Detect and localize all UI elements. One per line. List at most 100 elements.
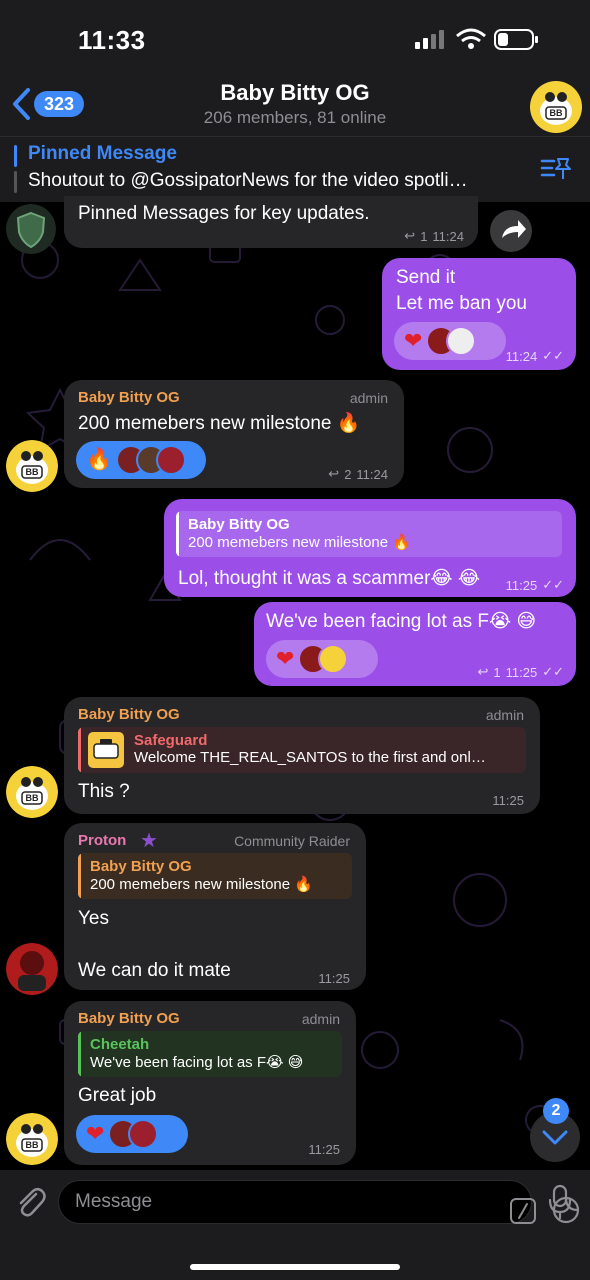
- sender-name[interactable]: Baby Bitty OG: [78, 1010, 180, 1027]
- sender-name[interactable]: Baby Bitty OG: [78, 706, 180, 723]
- message-meta: 11:24 ✓✓: [506, 348, 564, 364]
- heart-reaction-icon: ❤: [276, 646, 295, 671]
- reply-quote[interactable]: Baby Bitty OG 200 memebers new milestone…: [176, 511, 562, 557]
- message-bubble[interactable]: Pinned Messages for key updates. ↩ 1 11:…: [64, 196, 478, 248]
- microphone-icon[interactable]: [548, 1184, 572, 1220]
- message-input[interactable]: [75, 1181, 415, 1223]
- message-time: 11:25: [318, 971, 350, 986]
- sender-role: Community Raider: [234, 833, 350, 849]
- reply-text: 200 memebers new milestone 🔥: [90, 876, 313, 893]
- message-time: 11:25: [492, 793, 524, 808]
- safeguard-avatar[interactable]: [6, 204, 56, 254]
- message-time: 11:25: [505, 664, 538, 680]
- message-bubble[interactable]: Baby Bitty OG admin 200 memebers new mil…: [64, 380, 404, 488]
- heart-reaction-icon: ❤: [404, 328, 423, 353]
- message-line: Yes: [78, 908, 109, 929]
- status-bar: 11:33: [0, 0, 590, 78]
- reactor-avatar: [128, 1119, 159, 1149]
- message-text: Pinned Messages for key updates.: [78, 203, 370, 224]
- share-arrow-icon: [502, 220, 526, 238]
- taxi-thumbnail: [88, 732, 124, 768]
- message-bubble[interactable]: We've been facing lot as F😭 😅 ❤ ↩ 1 11:2…: [254, 602, 576, 686]
- reply-text: Welcome THE_REAL_SANTOS to the first and…: [134, 749, 486, 766]
- message-meta: 11:25: [492, 793, 524, 808]
- message-text: We've been facing lot as F😭 😅: [266, 611, 537, 632]
- chat-header: 323 Baby Bitty OG 206 members, 81 online…: [0, 78, 590, 136]
- sender-name[interactable]: Proton: [78, 832, 126, 849]
- forward-button[interactable]: [490, 210, 532, 252]
- read-checkmarks-icon: ✓✓: [542, 348, 564, 363]
- message-meta: 11:25 ✓✓: [506, 577, 564, 593]
- reaction-pill[interactable]: ❤: [76, 1115, 188, 1153]
- reply-quote[interactable]: Cheetah We've been facing lot as F😭 😅: [78, 1031, 342, 1077]
- reactor-avatar: [156, 445, 187, 475]
- sender-avatar[interactable]: BB: [6, 1113, 58, 1165]
- pinned-indicator: [14, 145, 17, 195]
- message-time: 11:24: [505, 348, 538, 364]
- sender-avatar[interactable]: BB: [6, 440, 58, 492]
- reply-accent-bar: [176, 511, 179, 557]
- reactor-avatar: [446, 326, 477, 356]
- svg-text:BB: BB: [26, 1140, 39, 1150]
- message-line: Send it: [396, 267, 456, 288]
- message-bubble[interactable]: Baby Bitty OG admin Cheetah We've been f…: [64, 1001, 356, 1165]
- message-field[interactable]: [58, 1180, 580, 1224]
- svg-text:BB: BB: [550, 108, 563, 118]
- home-indicator: [190, 1264, 400, 1270]
- sender-avatar[interactable]: BB: [6, 766, 58, 818]
- reaction-pill[interactable]: 🔥: [76, 441, 206, 479]
- chat-subtitle: 206 members, 81 online: [203, 108, 387, 127]
- proton-avatar[interactable]: [6, 943, 58, 995]
- svg-text:BB: BB: [26, 467, 39, 477]
- read-checkmarks-icon: ✓✓: [542, 577, 564, 592]
- paperclip-icon[interactable]: [14, 1184, 46, 1218]
- fire-reaction-icon: 🔥: [86, 448, 113, 471]
- message-bubble[interactable]: Baby Bitty OG 200 memebers new milestone…: [164, 499, 576, 597]
- reaction-pill[interactable]: ❤: [266, 640, 378, 678]
- message-line: We can do it mate: [78, 960, 231, 981]
- message-text: This ?: [78, 781, 130, 802]
- message-meta: ↩ 1 11:24: [404, 228, 464, 244]
- reply-count: 1: [420, 228, 428, 244]
- chat-title-area[interactable]: Baby Bitty OG 206 members, 81 online: [0, 80, 590, 128]
- message-bubble[interactable]: Baby Bitty OG admin .r-safe::before{back…: [64, 697, 540, 814]
- message-bubble[interactable]: Send it Let me ban you ❤ 11:24 ✓✓: [382, 258, 576, 370]
- unread-mentions-badge: 2: [543, 1098, 569, 1124]
- message-meta: 11:25: [308, 1142, 340, 1157]
- reply-count: 2: [344, 466, 352, 482]
- heart-reaction-icon: ❤: [86, 1121, 105, 1146]
- reply-accent-bar: [78, 727, 81, 773]
- reply-quote[interactable]: Baby Bitty OG 200 memebers new milestone…: [78, 853, 352, 899]
- message-time: 11:25: [505, 577, 538, 593]
- reply-text: We've been facing lot as F😭 😅: [90, 1054, 304, 1071]
- reply-accent-bar: [78, 1031, 81, 1077]
- reply-sender: Cheetah: [90, 1036, 150, 1053]
- message-line: Let me ban you: [396, 293, 527, 314]
- message-text: Lol, thought it was a scammer😂 😂: [178, 568, 481, 589]
- sender-name[interactable]: Baby Bitty OG: [78, 389, 180, 406]
- reaction-pill[interactable]: ❤: [394, 322, 506, 360]
- pinned-text: Shoutout to @GossipatorNews for the vide…: [28, 170, 468, 191]
- message-time: 11:24: [432, 228, 464, 244]
- message-time: 11:24: [356, 466, 388, 482]
- message-text: 200 memebers new milestone 🔥: [78, 413, 361, 434]
- message-meta: 11:25: [318, 971, 350, 986]
- bot-commands-icon[interactable]: [509, 1197, 537, 1225]
- read-checkmarks-icon: ✓✓: [542, 664, 564, 679]
- reply-arrow-icon: ↩: [404, 228, 416, 243]
- reply-count: 1: [493, 664, 501, 680]
- pinned-list-icon[interactable]: [540, 155, 572, 183]
- reply-accent-bar: [78, 853, 81, 899]
- chat-title: Baby Bitty OG: [220, 80, 370, 105]
- pinned-message-bar[interactable]: Pinned Message Shoutout to @GossipatorNe…: [0, 136, 590, 202]
- status-icons: [415, 28, 538, 50]
- reactor-avatar: [318, 644, 349, 674]
- status-time: 11:33: [78, 25, 146, 55]
- reply-quote[interactable]: .r-safe::before{background:#ef6b6b;} Saf…: [78, 727, 526, 773]
- message-bubble[interactable]: Proton ★ Community Raider Baby Bitty OG …: [64, 823, 366, 990]
- group-avatar[interactable]: BB: [530, 81, 582, 133]
- sender-role: admin: [485, 707, 524, 723]
- message-meta: ↩ 1 11:25 ✓✓: [477, 664, 564, 680]
- message-meta: ↩ 2 11:24: [328, 466, 388, 482]
- sender-role: admin: [349, 390, 388, 406]
